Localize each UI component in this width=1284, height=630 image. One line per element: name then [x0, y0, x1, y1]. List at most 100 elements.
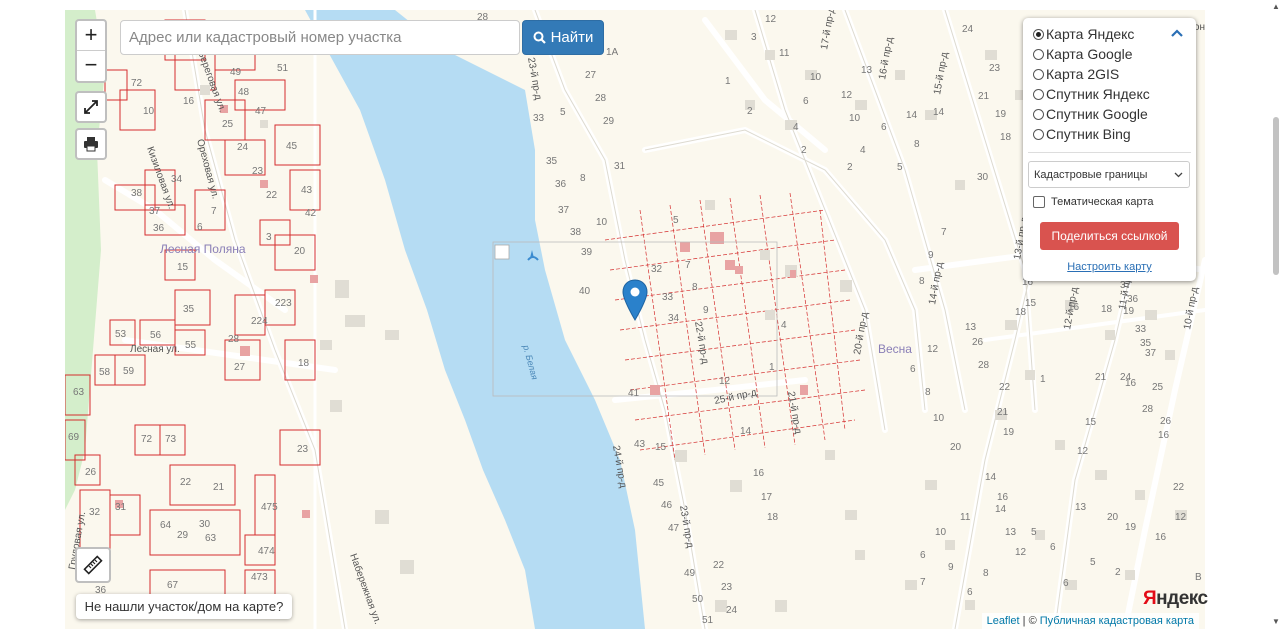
svg-text:38: 38	[131, 188, 143, 199]
svg-text:2: 2	[801, 145, 807, 156]
svg-text:16: 16	[753, 468, 765, 479]
svg-text:33: 33	[1135, 324, 1147, 335]
svg-text:6: 6	[910, 364, 916, 375]
layer-2gis-map[interactable]: Карта 2GIS	[1033, 65, 1119, 83]
svg-text:5: 5	[897, 162, 903, 173]
radio-button[interactable]	[1033, 88, 1044, 100]
overlay-select[interactable]: Кадастровые границы	[1028, 161, 1190, 188]
svg-text:26: 26	[85, 467, 97, 478]
cadastral-map-link[interactable]: Публичная кадастровая карта	[1040, 615, 1194, 627]
svg-text:475: 475	[261, 502, 278, 513]
zoom-out-button[interactable]: −	[77, 50, 105, 80]
thematic-checkbox[interactable]	[1033, 196, 1045, 208]
layer-google-map[interactable]: Карта Google	[1033, 45, 1133, 63]
svg-text:19: 19	[1123, 306, 1135, 317]
layer-google-satellite[interactable]: Спутник Google	[1033, 105, 1148, 123]
svg-text:42: 42	[305, 208, 317, 219]
print-button[interactable]	[75, 128, 107, 160]
svg-text:22: 22	[999, 382, 1011, 393]
page-scrollbar[interactable]: ▲ ▼	[1268, 0, 1284, 629]
map-attribution: Leaflet | © Публичная кадастровая карта	[981, 613, 1199, 630]
svg-text:21: 21	[1095, 372, 1107, 383]
svg-text:53: 53	[115, 329, 127, 340]
svg-text:12: 12	[719, 376, 731, 387]
svg-text:1: 1	[1040, 374, 1046, 385]
svg-text:22: 22	[1173, 482, 1185, 493]
thematic-map-toggle[interactable]: Тематическая карта	[1033, 196, 1153, 208]
svg-text:29: 29	[603, 116, 615, 127]
zoom-in-button[interactable]: +	[77, 21, 105, 50]
svg-text:26: 26	[1160, 416, 1172, 427]
layer-yandex-map[interactable]: Карта Яндекс	[1033, 25, 1134, 43]
svg-text:24: 24	[726, 605, 738, 616]
svg-text:59: 59	[123, 366, 135, 377]
svg-text:17: 17	[761, 492, 773, 503]
svg-text:6: 6	[197, 222, 203, 233]
svg-text:36: 36	[555, 179, 567, 190]
svg-text:19: 19	[995, 109, 1007, 120]
svg-text:3: 3	[266, 232, 272, 243]
map-marker-icon[interactable]	[622, 279, 648, 321]
leaflet-link[interactable]: Leaflet	[987, 615, 1020, 627]
radio-button[interactable]	[1033, 48, 1044, 60]
layers-panel: Карта Яндекс Карта Google Карта 2GIS Спу…	[1023, 18, 1196, 281]
svg-text:25: 25	[1152, 382, 1164, 393]
map-settings-link[interactable]: Настроить карту	[1023, 261, 1196, 273]
svg-text:12: 12	[1015, 547, 1027, 558]
svg-text:7: 7	[941, 227, 947, 238]
svg-text:15-й пр-д: 15-й пр-д	[932, 51, 950, 95]
svg-text:34: 34	[171, 174, 183, 185]
svg-text:27: 27	[585, 70, 597, 81]
search-button[interactable]: Найти	[522, 20, 604, 55]
radio-button[interactable]	[1033, 28, 1044, 40]
share-link-button[interactable]: Поделиться ссылкой	[1040, 222, 1179, 250]
svg-text:15: 15	[1085, 417, 1097, 428]
svg-text:16: 16	[1068, 302, 1080, 313]
not-found-button[interactable]: Не нашли участок/дом на карте?	[76, 594, 292, 619]
svg-text:43: 43	[634, 439, 646, 450]
svg-text:8: 8	[925, 387, 931, 398]
svg-text:30: 30	[977, 172, 989, 183]
svg-text:55: 55	[185, 340, 197, 351]
svg-text:28: 28	[978, 360, 990, 371]
svg-text:23: 23	[297, 444, 309, 455]
chevron-up-icon[interactable]	[1171, 29, 1183, 37]
scroll-up-icon[interactable]: ▲	[1272, 2, 1280, 11]
chevron-down-icon	[1174, 169, 1183, 181]
radio-button[interactable]	[1033, 108, 1044, 120]
svg-text:18: 18	[1000, 132, 1012, 143]
svg-text:37: 37	[149, 206, 161, 217]
svg-text:10: 10	[933, 413, 945, 424]
search-input[interactable]	[120, 20, 520, 55]
svg-text:24: 24	[962, 24, 974, 35]
svg-text:43: 43	[301, 185, 313, 196]
svg-text:18: 18	[767, 512, 779, 523]
svg-text:16: 16	[183, 96, 195, 107]
svg-text:14: 14	[985, 472, 997, 483]
svg-text:16: 16	[997, 492, 1009, 503]
svg-text:6: 6	[803, 96, 809, 107]
radio-button[interactable]	[1033, 68, 1044, 80]
svg-text:15: 15	[655, 442, 667, 453]
svg-text:9: 9	[928, 250, 934, 261]
svg-text:15: 15	[177, 262, 189, 273]
scrollbar-thumb[interactable]	[1273, 117, 1279, 275]
svg-text:Набережная ул.: Набережная ул.	[347, 552, 384, 626]
ruler-button[interactable]	[75, 547, 111, 583]
svg-text:51: 51	[702, 615, 714, 626]
svg-text:23: 23	[252, 166, 264, 177]
fullscreen-button[interactable]	[75, 91, 107, 123]
svg-text:18: 18	[298, 358, 310, 369]
svg-text:35: 35	[183, 304, 195, 315]
layer-bing-satellite[interactable]: Спутник Bing	[1033, 125, 1131, 143]
svg-text:16: 16	[1158, 430, 1170, 441]
svg-text:14: 14	[933, 107, 945, 118]
svg-text:20: 20	[950, 442, 962, 453]
svg-text:22: 22	[180, 477, 192, 488]
svg-text:64: 64	[160, 520, 172, 531]
print-icon	[84, 137, 98, 152]
radio-button[interactable]	[1033, 128, 1044, 140]
svg-text:14: 14	[906, 110, 918, 121]
layer-yandex-satellite[interactable]: Спутник Яндекс	[1033, 85, 1150, 103]
scroll-down-icon[interactable]: ▼	[1272, 617, 1280, 626]
